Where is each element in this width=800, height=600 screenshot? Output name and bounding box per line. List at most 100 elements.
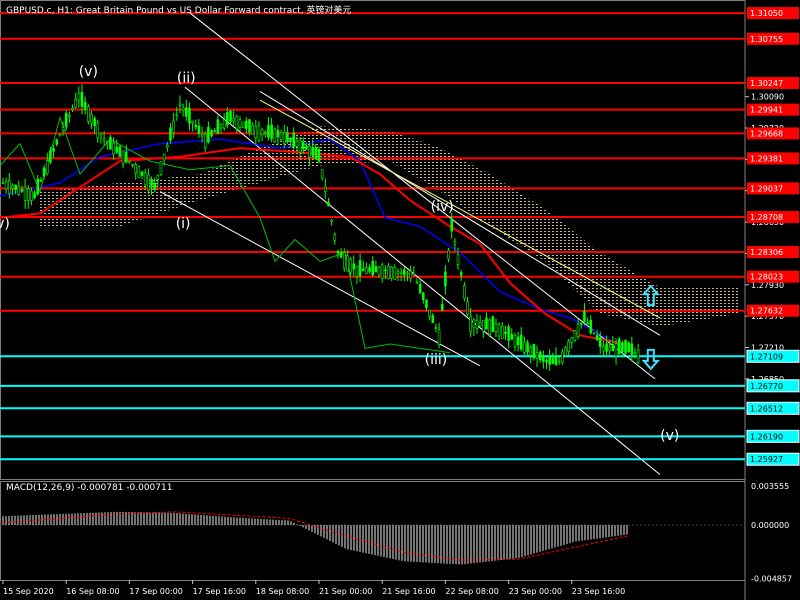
candle-body (115, 146, 119, 153)
x-tick-label: 21 Sep 16:00 (382, 587, 435, 596)
candle-body (523, 342, 526, 353)
candle-body (608, 346, 612, 351)
candle-body (358, 260, 362, 276)
candle-body (330, 219, 333, 222)
candle-body (298, 140, 302, 153)
candle-body (286, 132, 289, 142)
candle-body (579, 322, 583, 325)
level-label: 1.27109 (750, 352, 783, 361)
channel-line[interactable] (259, 91, 661, 336)
candle-body (71, 107, 74, 111)
candle-body (624, 340, 627, 354)
candle-body (567, 340, 570, 352)
level-label: 1.28708 (750, 213, 783, 222)
candle-body (159, 161, 163, 175)
candle-body (80, 91, 84, 107)
candle-body (459, 272, 463, 276)
candle-body (472, 319, 476, 328)
candle-body (434, 327, 438, 329)
candle-body (45, 160, 49, 174)
wave-label: (iii) (425, 352, 448, 368)
candle-body (586, 322, 589, 325)
candle-body (561, 351, 564, 364)
candle-body (478, 322, 482, 327)
y-tick-label: 1.30090 (751, 93, 784, 102)
candle-body (267, 125, 270, 138)
candle-body (447, 250, 450, 260)
candle-body (207, 126, 210, 143)
candle-body (589, 319, 593, 334)
candle-body (68, 115, 71, 117)
candle-body (421, 292, 425, 301)
candle-body (529, 347, 533, 356)
candle-body (245, 120, 248, 129)
candle-body (26, 188, 30, 201)
candle-body (58, 134, 62, 137)
candle-body (564, 347, 567, 356)
candle-body (482, 319, 485, 332)
candle-body (418, 283, 422, 294)
candle-body (542, 355, 545, 362)
candle-body (96, 122, 100, 139)
candle-body (333, 234, 337, 241)
candle-body (598, 337, 602, 347)
level-label: 1.29668 (750, 129, 783, 138)
candle-body (377, 266, 381, 276)
candle-body (156, 174, 160, 180)
candle-body (573, 330, 577, 341)
candle-body (143, 172, 147, 186)
level-label: 1.27632 (750, 307, 783, 316)
candle-body (150, 179, 153, 188)
candle-body (636, 349, 640, 363)
candle-body (633, 352, 637, 354)
candle-body (36, 178, 40, 195)
candle-body (140, 171, 144, 176)
candle-body (61, 127, 65, 131)
wave-label: v) (0, 216, 10, 232)
candle-body (469, 316, 472, 333)
macd-title: MACD(12,26,9) -0.000781 -0.000711 (6, 483, 173, 493)
candle-body (216, 119, 220, 135)
candle-body (276, 129, 280, 138)
candle-body (169, 127, 172, 141)
candle-body (311, 147, 314, 156)
candle-body (403, 269, 406, 276)
candle-body (617, 338, 621, 355)
candle-body (118, 146, 122, 158)
candle-body (314, 147, 318, 160)
candle-body (213, 130, 217, 132)
candle-body (510, 334, 514, 340)
candle-body (308, 145, 311, 158)
candle-body (551, 357, 555, 364)
candle-body (327, 202, 330, 207)
channel-line[interactable] (189, 12, 656, 380)
candle-body (368, 267, 371, 272)
candle-body (384, 269, 387, 272)
candle-body (494, 323, 498, 333)
candle-body (295, 140, 299, 147)
candle-body (257, 125, 261, 141)
candle-body (605, 343, 608, 352)
chart-window: 1.300901.297301.293701.290101.286501.282… (0, 0, 800, 600)
candle-body (557, 360, 561, 363)
x-tick-label: 21 Sep 00:00 (319, 587, 372, 596)
candle-body (90, 113, 93, 124)
candle-body (184, 107, 188, 117)
candle-body (197, 125, 201, 134)
candle-body (570, 337, 574, 344)
candle-body (226, 112, 229, 126)
candle-body (355, 265, 359, 277)
candle-body (336, 250, 340, 254)
wave-label: (ii) (177, 71, 196, 87)
candle-body (99, 132, 103, 136)
candle-body (317, 149, 321, 162)
candle-body (235, 115, 239, 130)
candle-body (238, 119, 242, 128)
level-label: 1.29037 (750, 184, 783, 193)
candle-body (200, 134, 204, 137)
candle-body (191, 120, 194, 124)
candle-body (393, 266, 397, 280)
price-chart[interactable]: 1.300901.297301.293701.290101.286501.282… (0, 0, 800, 600)
candle-body (437, 329, 441, 345)
wave-label: (v) (79, 64, 98, 80)
